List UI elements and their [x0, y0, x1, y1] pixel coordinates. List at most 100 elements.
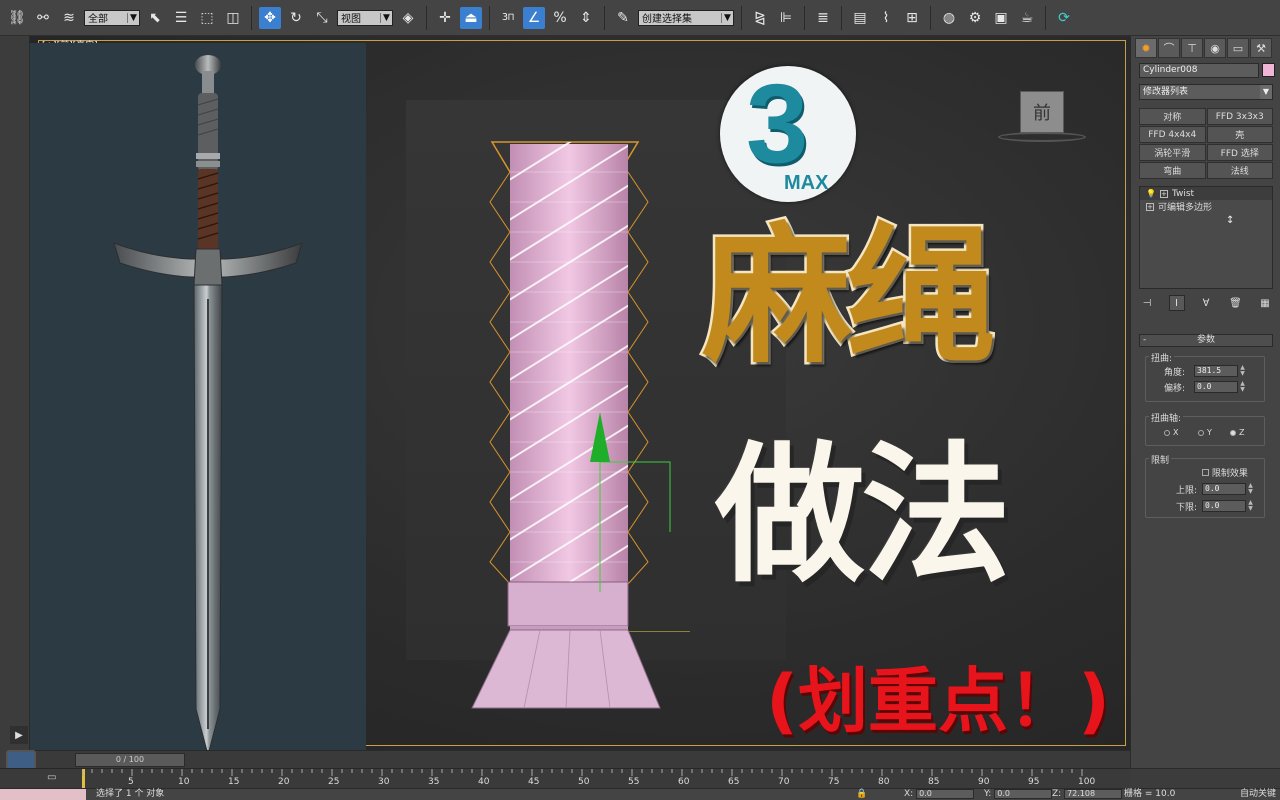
reference-coord-dropdown[interactable]: 视图 ▼	[337, 9, 393, 26]
bind-spacewarp-icon[interactable]: ≋	[58, 7, 80, 29]
angle-spinner[interactable]: 381.5	[1194, 365, 1238, 377]
axis-y-radio[interactable]: Y	[1198, 428, 1212, 437]
move-icon[interactable]: ✥	[259, 6, 281, 29]
time-slider[interactable]: 0 / 100	[75, 753, 185, 767]
twisted-column-model[interactable]	[470, 132, 690, 632]
stack-item-twist[interactable]: 💡 + Twist	[1140, 187, 1272, 200]
configure-sets-icon[interactable]: ▦	[1257, 295, 1273, 311]
spinner-snap-icon[interactable]: ⇕	[575, 7, 597, 29]
select-object-icon[interactable]: ⬉	[144, 7, 166, 29]
percent-snap-icon[interactable]: %	[549, 7, 571, 29]
layer-manager-icon[interactable]: ≣	[812, 7, 834, 29]
mirror-icon[interactable]: ⧎	[749, 7, 771, 29]
scale-icon[interactable]: ⤡	[311, 7, 333, 29]
hierarchy-tab-icon[interactable]: ⊤	[1181, 38, 1203, 58]
pin-stack-icon[interactable]: ⊣	[1139, 295, 1155, 311]
front-viewport[interactable]: [+][前][真实]	[30, 36, 1130, 750]
window-crossing-icon[interactable]: ◫	[222, 7, 244, 29]
parameters-rollout-header[interactable]: - 参数	[1139, 334, 1273, 347]
curve-editor-mini-icon[interactable]: ▭	[47, 772, 65, 786]
track-tick-label: 25	[328, 777, 340, 787]
column-base-model[interactable]	[470, 626, 670, 716]
rotate-icon[interactable]: ↻	[285, 7, 307, 29]
named-selection-dropdown[interactable]: 创建选择集 ▼	[638, 9, 734, 26]
modifier-button-ffd444[interactable]: FFD 4x4x4	[1139, 126, 1206, 143]
utilities-tab-icon[interactable]: ⚒	[1250, 38, 1272, 58]
modifier-button-turbosmooth[interactable]: 涡轮平滑	[1139, 144, 1206, 161]
modifier-button-symmetry[interactable]: 对称	[1139, 108, 1206, 125]
x-coordinate: X: 0.0	[904, 789, 975, 800]
viewcube[interactable]: 前	[1020, 91, 1064, 133]
rendered-frame-icon[interactable]: ▣	[990, 7, 1012, 29]
maxscript-listener[interactable]	[0, 789, 86, 800]
schematic-view-icon[interactable]: ⊞	[901, 7, 923, 29]
display-tab-icon[interactable]: ▭	[1227, 38, 1249, 58]
refresh-icon[interactable]: ⟳	[1053, 7, 1075, 29]
3dsmax-logo: 3 MAX	[720, 66, 856, 202]
angle-snap-icon[interactable]: ∠	[523, 6, 545, 29]
modifier-button-shell[interactable]: 壳	[1206, 126, 1273, 143]
modifier-button-bend[interactable]: 弯曲	[1139, 162, 1206, 179]
lightbulb-icon[interactable]: 💡	[1146, 189, 1156, 198]
object-color-swatch[interactable]	[1262, 63, 1275, 77]
spinner-arrows-icon[interactable]: ▲ ▼	[1247, 483, 1254, 495]
pivot-center-icon[interactable]: ◈	[397, 7, 419, 29]
axis-x-radio[interactable]: X	[1164, 428, 1178, 437]
modifier-button-ffd-select[interactable]: FFD 选择	[1206, 144, 1273, 161]
edit-named-selection-icon[interactable]: ✎	[612, 7, 634, 29]
z-field[interactable]: 72.108	[1064, 789, 1123, 799]
scene-explorer-icon[interactable]: ▤	[849, 7, 871, 29]
material-editor-icon[interactable]: ◍	[938, 7, 960, 29]
toolbar-divider	[489, 5, 490, 30]
modifier-list-dropdown[interactable]: 修改器列表 ▼	[1139, 84, 1273, 100]
axis-z-radio[interactable]: Z	[1230, 428, 1244, 437]
spinner-arrows-icon[interactable]: ▲ ▼	[1239, 365, 1246, 377]
expand-box-icon[interactable]: +	[1159, 189, 1168, 198]
y-field[interactable]: 0.0	[994, 789, 1053, 799]
autokey-button[interactable]: 自动关键	[1240, 789, 1276, 800]
command-panel: ✹ ⌒ ⊤ ◉ ▭ ⚒ Cylinder008 修改器列表 ▼ 对称 FFD 3…	[1130, 36, 1280, 768]
stack-item-label: 可编辑多边形	[1158, 203, 1213, 213]
stack-item-editable-poly[interactable]: + 可编辑多边形	[1140, 200, 1272, 213]
modifier-button-normal[interactable]: 法线	[1206, 162, 1273, 179]
track-tick-label: 60	[678, 777, 690, 787]
limit-effect-checkbox[interactable]: 限制效果	[1202, 466, 1248, 479]
unlink-icon[interactable]: ⚯	[32, 7, 54, 29]
expand-arrow-icon[interactable]: ▶	[10, 726, 28, 744]
lower-limit-spinner[interactable]: 0.0	[1202, 500, 1246, 512]
chevron-down-icon: ▼	[721, 12, 733, 23]
modifier-button-ffd333[interactable]: FFD 3x3x3	[1206, 108, 1273, 125]
keyboard-shortcut-override-icon[interactable]: ⏏	[460, 6, 482, 29]
modify-tab-icon[interactable]: ⌒	[1158, 38, 1180, 58]
viewcube-ring[interactable]	[998, 132, 1086, 142]
lock-icon[interactable]: 🔒	[856, 789, 867, 800]
remove-modifier-icon[interactable]: 🗑	[1228, 295, 1244, 311]
track-bar[interactable]: ▭ 5 10 15 20 25 30 35 40 45 50 55 60 65 70 75 80 85 90 95 1…	[0, 768, 1130, 789]
track-tick-label: 50	[578, 777, 590, 787]
axis-x-label: X	[1173, 428, 1179, 437]
select-manipulate-icon[interactable]: ✛	[434, 7, 456, 29]
curve-editor-icon[interactable]: ⌇	[875, 7, 897, 29]
select-by-name-icon[interactable]: ☰	[170, 7, 192, 29]
render-setup-icon[interactable]: ⚙	[964, 7, 986, 29]
rect-selection-icon[interactable]: ⬚	[196, 7, 218, 29]
selection-filter-dropdown[interactable]: 全部 ▼	[84, 9, 140, 26]
limits-group: 限制 限制效果 上限: 0.0 ▲ ▼ 下限: 0.0 ▲ ▼	[1145, 453, 1265, 518]
align-icon[interactable]: ⊫	[775, 7, 797, 29]
upper-limit-spinner[interactable]: 0.0	[1202, 483, 1246, 495]
create-tab-icon[interactable]: ✹	[1135, 38, 1157, 58]
object-name-field[interactable]: Cylinder008	[1139, 63, 1259, 78]
spinner-arrows-icon[interactable]: ▲ ▼	[1239, 381, 1246, 393]
link-icon[interactable]: ⛓	[6, 7, 28, 29]
toolbar-divider	[741, 5, 742, 30]
render-teapot-icon[interactable]: ☕	[1016, 7, 1038, 29]
snap-toggle-icon[interactable]: 3 ⊓	[497, 7, 519, 29]
bias-spinner[interactable]: 0.0	[1194, 381, 1238, 393]
motion-tab-icon[interactable]: ◉	[1204, 38, 1226, 58]
main-toolbar: ⛓ ⚯ ≋ 全部 ▼ ⬉ ☰ ⬚ ◫ ✥ ↻ ⤡ 视图 ▼ ◈ ✛ ⏏ 3 ⊓ ∠ %…	[0, 0, 1280, 36]
show-end-result-icon[interactable]: I	[1168, 295, 1185, 311]
x-field[interactable]: 0.0	[916, 789, 975, 799]
spinner-arrows-icon[interactable]: ▲ ▼	[1247, 500, 1254, 512]
expand-box-icon[interactable]: +	[1146, 202, 1154, 211]
make-unique-icon[interactable]: ∀	[1198, 295, 1214, 311]
